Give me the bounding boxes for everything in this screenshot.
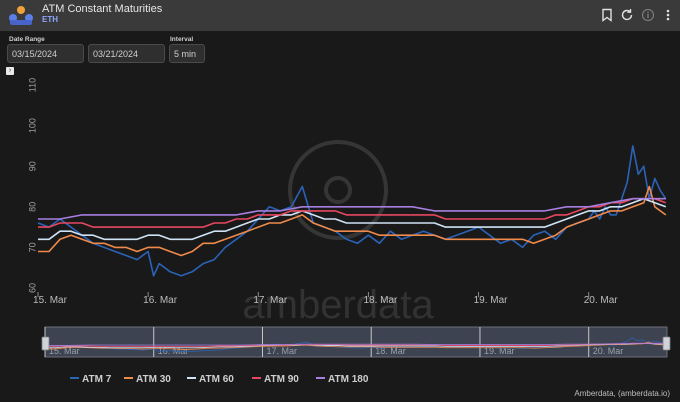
legend-label: ATM 60 [199, 374, 234, 385]
series-line-atm-180 [38, 197, 666, 220]
navigator[interactable]: 15. Mar 16. Mar 17. Mar 18. Mar 19. Mar 20. M… [41, 326, 671, 358]
legend-label: ATM 7 [82, 374, 112, 385]
x-tick-label: 18. Mar [363, 295, 398, 306]
legend-item-atm-180[interactable]: ATM 180 [316, 374, 369, 385]
navigator-tick-label: 20. Mar [593, 346, 624, 356]
y-tick-label: 80 [27, 202, 37, 212]
atm-volatility-chart: amberdata 60708090100110 15. Mar 16. Mar 1… [27, 78, 671, 385]
legend-item-atm-30[interactable]: ATM 30 [124, 374, 171, 385]
y-axis: 60 70 80 90 100 110 [27, 78, 37, 293]
y-tick-label: 90 [27, 161, 37, 171]
series-line-atm-7 [37, 145, 667, 277]
legend-item-atm-90[interactable]: ATM 90 [252, 374, 299, 385]
legend: ATM 7 ATM 30 ATM 60 ATM 90 ATM 180 [70, 374, 369, 385]
legend-label: ATM 30 [136, 374, 171, 385]
y-tick-label: 110 [27, 78, 37, 92]
y-tick-label: 60 [27, 283, 37, 293]
series-line-atm-30 [38, 185, 667, 257]
navigator-right-handle[interactable] [662, 336, 671, 351]
x-tick-label: 20. Mar [584, 295, 619, 306]
legend-item-atm-60[interactable]: ATM 60 [187, 374, 234, 385]
legend-label: ATM 180 [328, 374, 369, 385]
credit-text: Amberdata, (amberdata.io) [574, 389, 670, 398]
navigator-left-handle[interactable] [41, 336, 50, 351]
x-tick-label: 19. Mar [474, 295, 509, 306]
x-tick-label: 16. Mar [143, 295, 178, 306]
y-tick-label: 100 [27, 118, 37, 133]
series-line-atm-60 [38, 197, 667, 241]
navigator-window[interactable] [44, 326, 668, 358]
navigator-tick-label: 17. Mar [266, 346, 297, 356]
legend-label: ATM 90 [264, 374, 299, 385]
x-tick-label: 17. Mar [253, 295, 288, 306]
series-lines [37, 145, 667, 277]
x-tick-label: 15. Mar [33, 295, 68, 306]
legend-item-atm-7[interactable]: ATM 7 [70, 374, 112, 385]
y-tick-label: 70 [27, 242, 37, 252]
